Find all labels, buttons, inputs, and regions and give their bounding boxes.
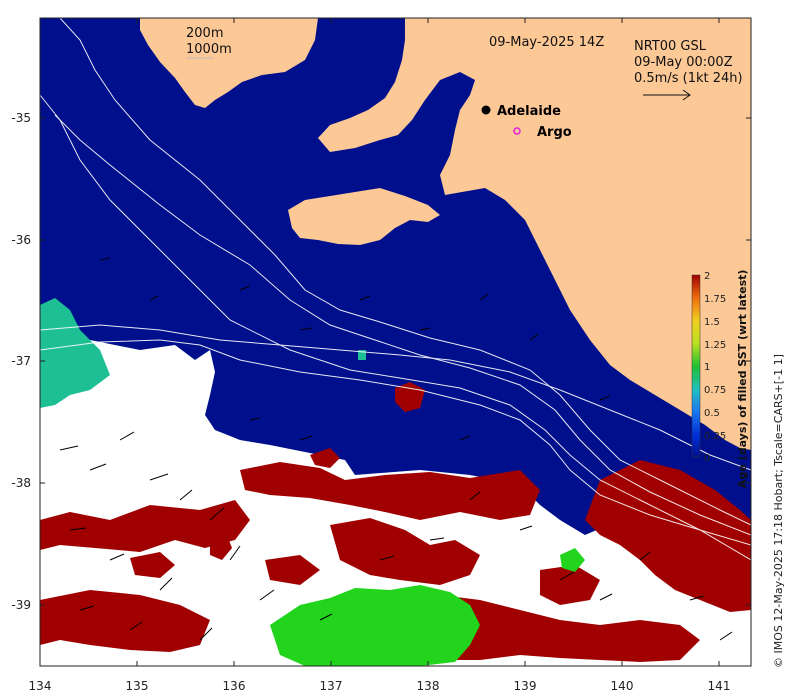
x-tick-label: 140 [611, 679, 634, 693]
colorbar-tick: 1.25 [704, 340, 726, 351]
sst-age-map-figure: Adelaide Argo 09-May-2025 14Z NRT00 GSL … [11, 17, 785, 693]
product-time-label: 09-May 00:00Z [634, 55, 733, 70]
isobath-1000m-label: 1000m [186, 42, 232, 57]
x-tick-label: 141 [708, 679, 731, 693]
argo-label: Argo [537, 125, 572, 140]
colorbar-tick: 0.5 [704, 408, 720, 419]
colorbar-title: Age (days) of filled SST (wrt latest) [736, 270, 749, 488]
adelaide-label: Adelaide [497, 104, 561, 119]
x-tick-label: 136 [223, 679, 246, 693]
colorbar-tick: 0.75 [704, 385, 726, 396]
colorbar-tick: 0 [704, 453, 710, 464]
credit-text: © IMOS 12-May-2025 17:18 Hobart; Tscale=… [772, 354, 785, 668]
product-label: NRT00 GSL [634, 39, 707, 54]
colorbar-scale [691, 274, 701, 458]
y-tick-label: -38 [11, 476, 31, 490]
x-tick-label: 138 [417, 679, 440, 693]
x-tick-label: 134 [29, 679, 52, 693]
x-tick-label: 139 [514, 679, 537, 693]
y-tick-label: -39 [11, 598, 31, 612]
colorbar-tick: 2 [704, 271, 710, 282]
map-area: Adelaide Argo 09-May-2025 14Z NRT00 GSL … [40, 18, 751, 666]
timestamp-label: 09-May-2025 14Z [489, 35, 604, 50]
colorbar-tick: 1.5 [704, 317, 720, 328]
vector-scale-label: 0.5m/s (1kt 24h) [634, 71, 743, 86]
colorbar-tick: 0.25 [704, 431, 726, 442]
y-tick-label: -37 [11, 354, 31, 368]
x-tick-label: 137 [320, 679, 343, 693]
y-tick-label: -35 [11, 111, 31, 125]
colorbar-tick: 1 [704, 362, 710, 373]
adelaide-marker [481, 105, 491, 115]
x-tick-label: 135 [126, 679, 149, 693]
y-tick-label: -36 [11, 233, 31, 247]
colorbar-tick: 1.75 [704, 294, 726, 305]
isobath-200m-label: 200m [186, 26, 223, 41]
